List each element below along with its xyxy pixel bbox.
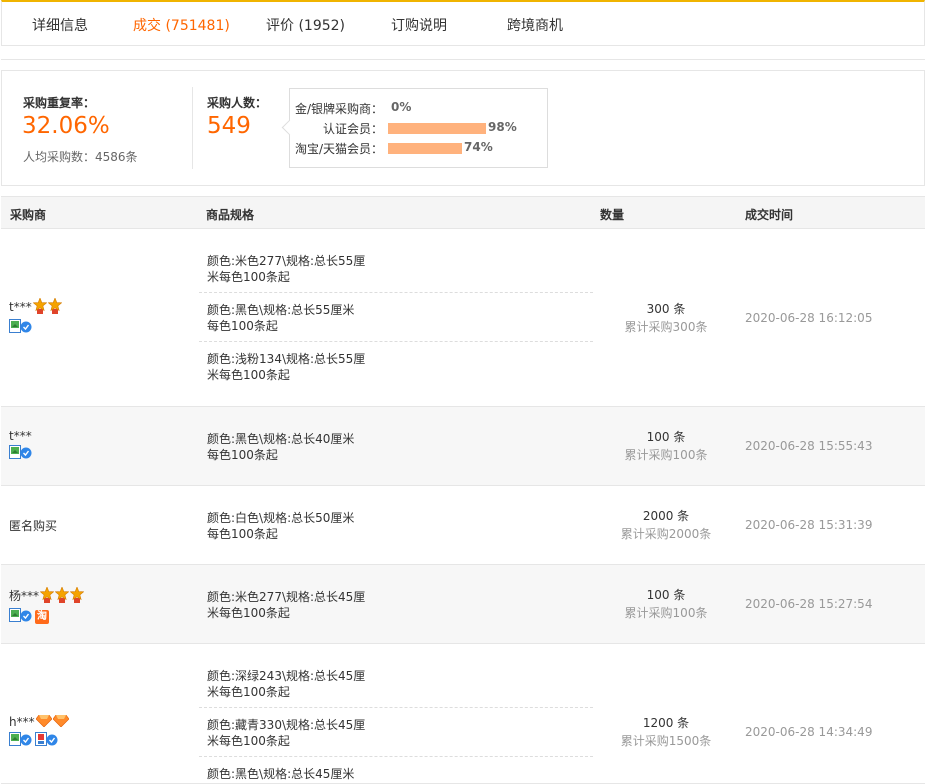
spec-divider [199, 756, 593, 757]
member-badges [9, 445, 35, 462]
cumulative-qty: 累计采购2000条 [620, 527, 712, 541]
table-row: t*** 颜色:米色277\规格:总长55厘 米每色100条起 颜色:黑色\规格:总… [1, 229, 925, 407]
transaction-time: 2020-06-28 15:27:54 [745, 597, 873, 611]
tab-cross-border[interactable]: 跨境商机 [507, 15, 563, 35]
table-row: 匿名购买 颜色:白色\规格:总长50厘米 每色100条起 2000 条累计采购200… [1, 486, 925, 565]
qty-value: 100 条 [646, 588, 686, 602]
repeat-rate-value: 32.06% [22, 113, 110, 139]
verified-member-icon[interactable] [9, 732, 33, 749]
divider [1, 59, 925, 60]
buyer-name[interactable]: t*** [9, 300, 32, 314]
spec-item: 颜色:藏青330\规格:总长45厘 米每色100条起 [207, 718, 366, 748]
buyer-name[interactable]: h*** [9, 715, 35, 729]
buyer-cell: 杨*** 淘 [9, 586, 85, 625]
buyer-name[interactable]: 匿名购买 [9, 519, 57, 533]
buyer-cell: t*** [9, 297, 63, 336]
spec-item: 颜色:黑色\规格:总长40厘米 每色100条起 [207, 432, 355, 462]
breakdown-row: 淘宝/天猫会员： 74% [290, 140, 549, 156]
diamond-medal-icon[interactable] [35, 714, 53, 730]
verified-member-icon[interactable] [9, 608, 33, 625]
repeat-rate-label: 采购重复率： [23, 96, 96, 110]
cumulative-qty: 累计采购100条 [624, 448, 708, 462]
breakdown-row: 认证会员： 98% [290, 120, 549, 136]
buyer-cell: t*** [9, 429, 35, 462]
breakdown-value: 74% [464, 140, 493, 154]
star-medal-icon[interactable] [32, 297, 48, 317]
tab-transactions[interactable]: 成交 (751481) [133, 15, 230, 35]
qty-value: 2000 条 [642, 509, 690, 523]
transaction-time: 2020-06-28 15:55:43 [745, 439, 873, 453]
table-row: 杨*** 淘 颜色:米色277\规格:总长45厘 米每色100条起 100 条累计采购… [1, 565, 925, 644]
spec-divider [199, 341, 593, 342]
breakdown-label: 金/银牌采购商： [294, 102, 383, 116]
spec-item: 颜色:白色\规格:总长50厘米 每色100条起 [207, 511, 355, 541]
spec-divider [199, 292, 593, 293]
breakdown-label: 认证会员： [322, 122, 383, 136]
buyer-count-label: 采购人数： [207, 96, 268, 110]
spec-item: 颜色:米色277\规格:总长55厘 米每色100条起 [207, 254, 366, 284]
buyer-count-value: 549 [207, 113, 251, 139]
member-badges: 淘 [9, 608, 84, 625]
transaction-summary: 采购重复率： 32.06% 人均采购数：4586条 采购人数： 549 金/银牌… [1, 70, 925, 186]
header-qty: 数量 [600, 208, 625, 222]
transaction-time: 2020-06-28 15:31:39 [745, 518, 873, 532]
breakdown-label: 淘宝/天猫会员： [294, 142, 383, 156]
qty-cell: 1200 条累计采购1500条 [601, 714, 731, 750]
qty-value: 300 条 [646, 302, 686, 316]
avg-purchase-label: 人均采购数：4586条 [23, 150, 138, 164]
qty-cell: 100 条累计采购100条 [601, 586, 731, 622]
star-medal-icon[interactable] [47, 297, 63, 317]
transaction-time: 2020-06-28 14:34:49 [745, 725, 873, 739]
star-medal-icon[interactable] [39, 586, 55, 606]
spec-divider [199, 707, 593, 708]
buyer-cell: 匿名购买 [9, 517, 57, 534]
verified-member-icon[interactable] [9, 319, 33, 336]
buyer-name[interactable]: 杨*** [9, 589, 39, 603]
tab-bar: 详细信息 成交 (751481) 评价 (1952) 订购说明 跨境商机 [1, 0, 925, 46]
tab-order-info[interactable]: 订购说明 [391, 15, 447, 35]
breakdown-value: 98% [488, 120, 517, 134]
tab-details[interactable]: 详细信息 [32, 15, 88, 35]
header-buyer: 采购商 [10, 208, 47, 222]
spec-item: 颜色:黑色\规格:总长45厘米 [207, 767, 355, 781]
diamond-medal-icon[interactable] [52, 714, 70, 730]
header-time: 成交时间 [745, 208, 794, 222]
breakdown-value: 0% [391, 100, 412, 114]
table-row: t*** 颜色:黑色\规格:总长40厘米 每色100条起 100 条累计采购100条… [1, 407, 925, 486]
buyer-breakdown-popup: 金/银牌采购商： 0% 认证会员： 98% 淘宝/天猫会员： 74% [289, 88, 548, 168]
star-medal-icon[interactable] [69, 586, 85, 606]
header-spec: 商品规格 [206, 208, 255, 222]
cumulative-qty: 累计采购1500条 [620, 734, 712, 748]
qty-value: 1200 条 [642, 716, 690, 730]
table-row: h*** 颜色:深绿243\规格:总长45厘 米每色100条起 颜色:藏青330\规… [1, 644, 925, 784]
tab-reviews[interactable]: 评价 (1952) [266, 15, 345, 35]
spec-item: 颜色:深绿243\规格:总长45厘 米每色100条起 [207, 669, 366, 699]
spec-item: 颜色:米色277\规格:总长45厘 米每色100条起 [207, 590, 366, 620]
member-badges [9, 319, 62, 336]
tmall-member-icon[interactable] [35, 732, 59, 749]
verified-member-icon[interactable] [9, 445, 33, 462]
table-header: 采购商 商品规格 数量 成交时间 [1, 196, 925, 229]
breakdown-bar [388, 143, 462, 154]
qty-cell: 300 条累计采购300条 [601, 300, 731, 336]
buyer-name[interactable]: t*** [9, 429, 32, 443]
separator [192, 87, 193, 169]
buyer-cell: h*** [9, 714, 70, 749]
breakdown-bar [388, 123, 486, 134]
breakdown-row: 金/银牌采购商： 0% [290, 100, 549, 116]
spec-item: 颜色:黑色\规格:总长55厘米 每色100条起 [207, 303, 355, 333]
qty-cell: 2000 条累计采购2000条 [601, 507, 731, 543]
transaction-time: 2020-06-28 16:12:05 [745, 311, 873, 325]
star-medal-icon[interactable] [54, 586, 70, 606]
cumulative-qty: 累计采购300条 [624, 320, 708, 334]
cumulative-qty: 累计采购100条 [624, 606, 708, 620]
member-badges [9, 732, 69, 749]
spec-item: 颜色:浅粉134\规格:总长55厘 米每色100条起 [207, 352, 366, 382]
taobao-member-icon[interactable]: 淘 [35, 609, 49, 624]
qty-cell: 100 条累计采购100条 [601, 428, 731, 464]
qty-value: 100 条 [646, 430, 686, 444]
